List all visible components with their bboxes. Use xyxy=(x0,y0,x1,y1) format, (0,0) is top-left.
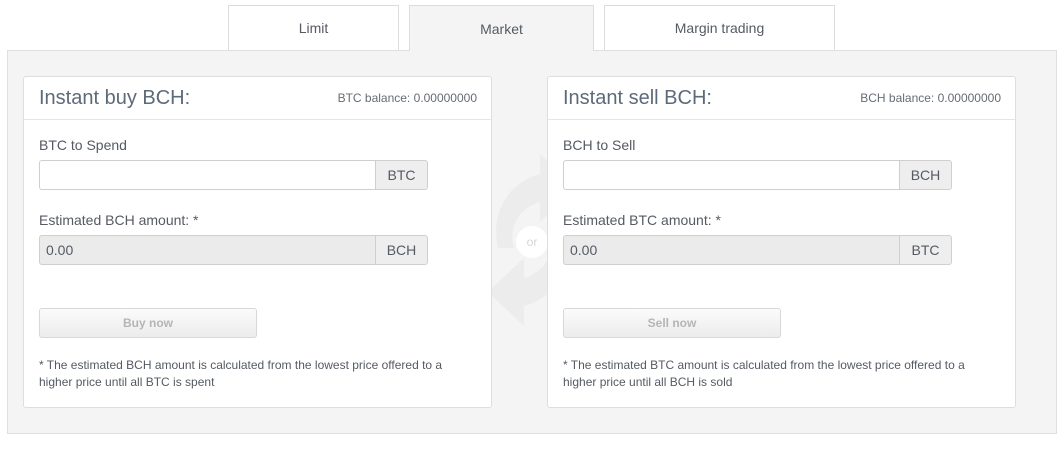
instant-sell-card: Instant sell BCH: BCH balance: 0.0000000… xyxy=(547,76,1016,408)
buy-card-header: Instant buy BCH: BTC balance: 0.00000000 xyxy=(24,77,491,120)
btc-balance: BTC balance: 0.00000000 xyxy=(337,91,477,105)
buy-note: * The estimated BCH amount is calculated… xyxy=(39,358,443,389)
estimated-btc-label: Estimated BTC amount: * xyxy=(563,212,721,228)
btc-unit-addon: BTC xyxy=(899,235,952,265)
estimated-btc-input xyxy=(563,235,899,265)
bch-to-sell-label: BCH to Sell xyxy=(563,137,636,153)
estimated-bch-input xyxy=(39,235,375,265)
bch-unit-addon: BCH xyxy=(899,160,952,190)
tab-limit[interactable]: Limit xyxy=(228,5,399,50)
buy-title: Instant buy BCH: xyxy=(39,86,191,109)
bch-unit-addon: BCH xyxy=(375,235,428,265)
btc-to-spend-input[interactable] xyxy=(39,160,375,190)
sell-title: Instant sell BCH: xyxy=(563,86,712,109)
bch-to-sell-group: BCH xyxy=(563,160,952,190)
instant-buy-card: Instant buy BCH: BTC balance: 0.00000000… xyxy=(23,76,492,408)
or-divider: or xyxy=(516,226,548,258)
tab-market[interactable]: Market xyxy=(409,5,594,51)
sell-note: * The estimated BTC amount is calculated… xyxy=(563,358,965,389)
btc-unit-addon: BTC xyxy=(375,160,428,190)
estimated-bch-group: BCH xyxy=(39,235,428,265)
tab-margin-trading[interactable]: Margin trading xyxy=(604,5,835,50)
sell-card-header: Instant sell BCH: BCH balance: 0.0000000… xyxy=(548,77,1015,120)
buy-now-button[interactable]: Buy now xyxy=(39,308,257,338)
estimated-btc-group: BTC xyxy=(563,235,952,265)
estimated-bch-label: Estimated BCH amount: * xyxy=(39,212,199,228)
bch-balance: BCH balance: 0.00000000 xyxy=(860,91,1001,105)
bch-to-sell-input[interactable] xyxy=(563,160,899,190)
btc-to-spend-group: BTC xyxy=(39,160,428,190)
sell-now-button[interactable]: Sell now xyxy=(563,308,781,338)
btc-to-spend-label: BTC to Spend xyxy=(39,137,127,153)
